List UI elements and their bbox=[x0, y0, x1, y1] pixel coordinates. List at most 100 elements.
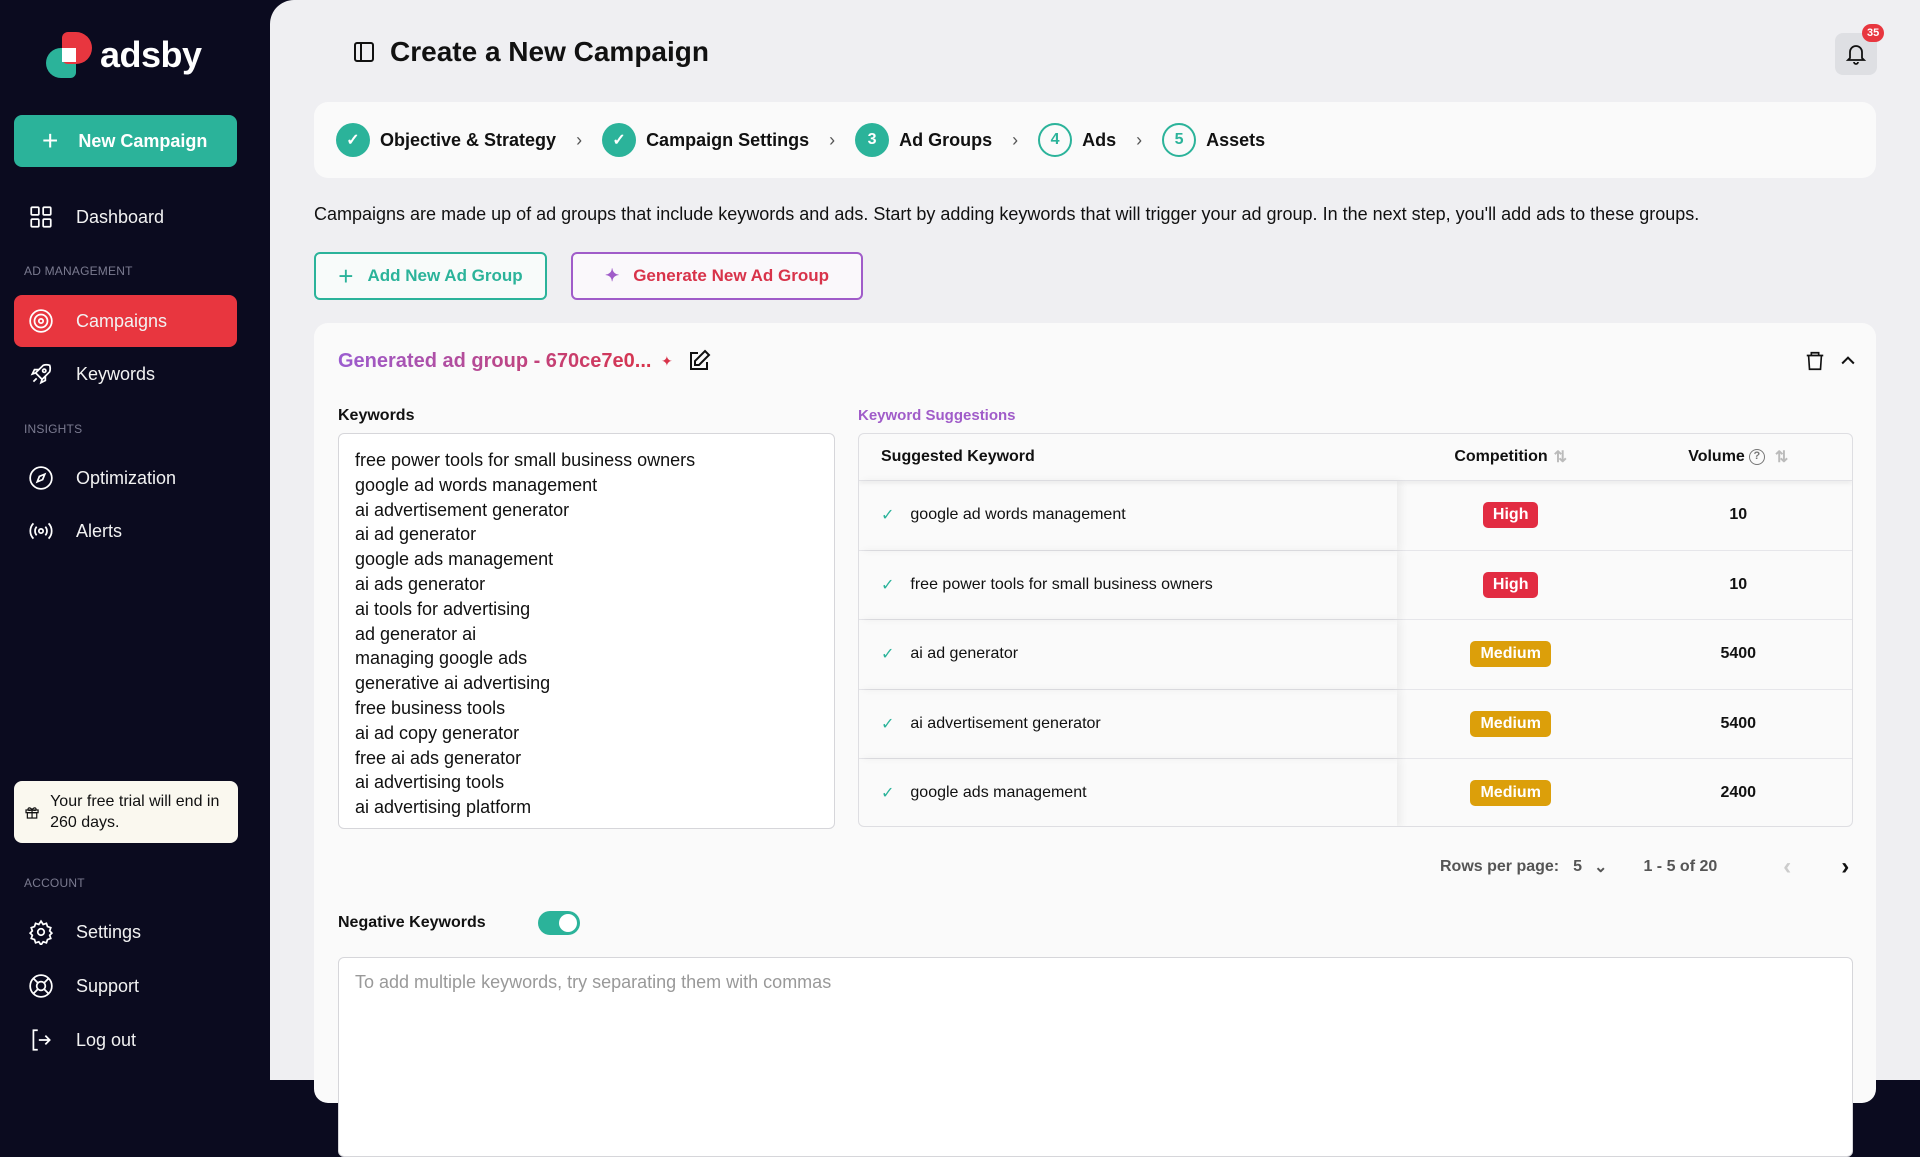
keyword-text: google ads management bbox=[910, 784, 1087, 802]
section-label-insights: INSIGHTS bbox=[24, 422, 83, 436]
campaign-stepper: ✓ Objective & Strategy › ✓ Campaign Settin… bbox=[314, 102, 1876, 178]
keyword-cell: ✓ free power tools for small business own… bbox=[859, 551, 1397, 620]
new-campaign-label: New Campaign bbox=[78, 130, 208, 151]
volume-cell: 5400 bbox=[1720, 645, 1757, 663]
competition-badge: High bbox=[1482, 502, 1539, 529]
keyword-suggestions-label: Keyword Suggestions bbox=[858, 407, 1016, 424]
ad-group-title: Generated ad group - 670ce7e0... bbox=[338, 350, 652, 372]
volume-cell: 2400 bbox=[1720, 784, 1757, 802]
page-range: 1 - 5 of 20 bbox=[1643, 858, 1718, 875]
volume-cell: 10 bbox=[1729, 575, 1748, 593]
sidebar-item-support[interactable]: Support bbox=[14, 960, 237, 1012]
column-competition[interactable]: Competition ⇅ bbox=[1397, 447, 1625, 467]
step-label: Campaign Settings bbox=[646, 129, 810, 150]
button-label: Generate New Ad Group bbox=[633, 266, 830, 285]
competition-cell: High bbox=[1397, 571, 1625, 598]
competition-badge: Medium bbox=[1470, 710, 1551, 737]
column-label: Competition bbox=[1454, 448, 1548, 465]
chevron-right-icon: › bbox=[1136, 129, 1143, 150]
grid-icon bbox=[30, 206, 52, 228]
page-description: Campaigns are made up of ad groups that … bbox=[314, 204, 1700, 224]
table-row[interactable]: ✓ google ads management Medium 2400 bbox=[859, 759, 1852, 826]
competition-cell: Medium bbox=[1397, 710, 1625, 737]
ad-group-card: Generated ad group - 670ce7e0... ✦ Keywo… bbox=[314, 323, 1876, 1157]
table-row[interactable]: ✓ google ad words management High 10 bbox=[859, 481, 1852, 551]
check-icon: ✓ bbox=[602, 123, 637, 157]
new-campaign-button[interactable]: + New Campaign bbox=[14, 115, 237, 167]
sidebar-item-label: Alerts bbox=[76, 520, 123, 541]
keyword-text: free power tools for small business owne… bbox=[910, 575, 1213, 593]
check-icon: ✓ bbox=[881, 646, 895, 664]
notification-count-badge: 35 bbox=[1862, 24, 1885, 42]
keywords-textarea[interactable]: free power tools for small business owne… bbox=[338, 433, 835, 829]
keyword-text: ai advertisement generator bbox=[910, 714, 1101, 732]
step-objective[interactable]: ✓ Objective & Strategy bbox=[336, 123, 556, 157]
sidebar-item-keywords[interactable]: Keywords bbox=[14, 348, 237, 400]
keyword-text: ai ad generator bbox=[910, 645, 1019, 663]
sidebar-item-optimization[interactable]: Optimization bbox=[14, 452, 237, 504]
competition-badge: High bbox=[1482, 571, 1539, 598]
competition-cell: High bbox=[1397, 502, 1625, 529]
negative-keywords-textarea[interactable]: To add multiple keywords, try separating… bbox=[338, 957, 1853, 1157]
negative-keywords-toggle[interactable] bbox=[538, 911, 580, 935]
chevron-right-icon: › bbox=[829, 129, 836, 150]
compass-icon bbox=[29, 466, 53, 490]
broadcast-icon bbox=[29, 522, 53, 540]
add-ad-group-button[interactable]: + Add New Ad Group bbox=[314, 252, 547, 300]
keyword-text: google ad words management bbox=[910, 506, 1126, 524]
keyword-suggestions-table: Suggested Keyword Competition ⇅ Volume? ⇅ … bbox=[858, 433, 1853, 827]
keyword-cell: ✓ ai advertisement generator bbox=[859, 690, 1397, 759]
step-number: 3 bbox=[855, 123, 890, 157]
competition-badge: Medium bbox=[1470, 641, 1551, 668]
chevron-down-icon: ⌄ bbox=[1594, 859, 1608, 876]
keyword-cell: ✓ google ad words management bbox=[859, 481, 1397, 550]
next-page-button[interactable]: › bbox=[1841, 853, 1849, 881]
column-label: Volume bbox=[1688, 448, 1745, 465]
step-assets[interactable]: 5 Assets bbox=[1162, 123, 1265, 157]
sidebar-item-alerts[interactable]: Alerts bbox=[14, 505, 237, 557]
sidebar-toggle-icon[interactable] bbox=[352, 40, 376, 64]
table-row[interactable]: ✓ ai ad generator Medium 5400 bbox=[859, 620, 1852, 690]
sidebar-item-settings[interactable]: Settings bbox=[14, 906, 237, 958]
step-ads[interactable]: 4 Ads bbox=[1038, 123, 1116, 157]
column-volume[interactable]: Volume? ⇅ bbox=[1624, 447, 1852, 467]
chevron-right-icon: › bbox=[1012, 129, 1019, 150]
rows-per-page-label: Rows per page: bbox=[1440, 858, 1560, 875]
bell-icon bbox=[1845, 45, 1867, 65]
sidebar-item-dashboard[interactable]: Dashboard bbox=[14, 191, 237, 243]
sidebar-item-logout[interactable]: Log out bbox=[14, 1014, 237, 1066]
step-number: 4 bbox=[1038, 123, 1073, 157]
rows-per-page-select[interactable]: 5 ⌄ bbox=[1573, 857, 1607, 877]
step-label: Ads bbox=[1082, 129, 1117, 150]
table-row[interactable]: ✓ free power tools for small business own… bbox=[859, 551, 1852, 620]
table-header: Suggested Keyword Competition ⇅ Volume? ⇅ bbox=[859, 434, 1852, 481]
edit-icon[interactable] bbox=[687, 349, 711, 373]
trash-icon[interactable] bbox=[1804, 349, 1826, 373]
logo[interactable]: adsby bbox=[46, 32, 202, 78]
generate-ad-group-button[interactable]: ✦ Generate New Ad Group bbox=[571, 252, 863, 300]
check-icon: ✓ bbox=[881, 715, 895, 733]
table-row[interactable]: ✓ ai advertisement generator Medium 5400 bbox=[859, 690, 1852, 759]
competition-badge: Medium bbox=[1470, 780, 1551, 807]
step-campaign-settings[interactable]: ✓ Campaign Settings bbox=[602, 123, 809, 157]
trial-text: Your free trial will end in 260 days. bbox=[50, 793, 220, 831]
keyword-cell: ✓ ai ad generator bbox=[859, 620, 1397, 689]
gear-icon bbox=[28, 919, 54, 945]
step-number: 5 bbox=[1162, 123, 1197, 157]
chevron-up-icon[interactable] bbox=[1838, 351, 1858, 371]
sidebar-item-campaigns[interactable]: Campaigns bbox=[14, 295, 237, 347]
sidebar: adsby + New Campaign Dashboard AD MANAGE… bbox=[0, 0, 270, 1080]
step-ad-groups[interactable]: 3 Ad Groups bbox=[855, 123, 992, 157]
sidebar-item-label: Keywords bbox=[76, 363, 156, 384]
gift-icon bbox=[25, 807, 39, 819]
sidebar-item-label: Support bbox=[76, 975, 140, 996]
lifebuoy-icon bbox=[29, 974, 53, 998]
help-icon[interactable]: ? bbox=[1748, 449, 1765, 465]
prev-page-button[interactable]: ‹ bbox=[1783, 853, 1791, 881]
sidebar-item-label: Optimization bbox=[76, 467, 177, 488]
competition-cell: Medium bbox=[1397, 641, 1625, 668]
volume-cell: 5400 bbox=[1720, 714, 1757, 732]
sort-icon: ⇅ bbox=[1774, 449, 1789, 466]
rocket-icon bbox=[30, 363, 52, 385]
sidebar-item-label: Campaigns bbox=[76, 310, 168, 331]
